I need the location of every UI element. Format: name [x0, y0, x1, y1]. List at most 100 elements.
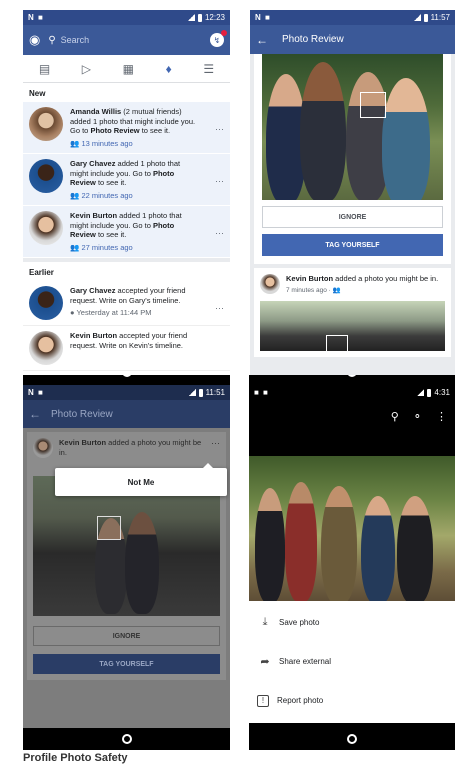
tag-yourself-button[interactable]: TAG YOURSELF	[262, 234, 443, 256]
notif-name: Gary Chavez	[70, 159, 116, 168]
figure-caption: Profile Photo Safety	[23, 752, 128, 764]
top-bar: ← Photo Review	[23, 400, 230, 428]
post-time-text: 7 minutes ago	[286, 286, 327, 294]
car-photo	[33, 476, 220, 616]
more-options-icon[interactable]: ···	[215, 303, 224, 313]
notif-text: to see it.	[95, 178, 127, 187]
battery-icon	[197, 13, 202, 22]
status-bar: ■ ■ 4:31	[249, 385, 455, 400]
home-button-icon[interactable]	[347, 734, 357, 744]
post-author[interactable]: Kevin Burton	[59, 438, 106, 447]
notification-item[interactable]: Kevin Burton added 1 photo that might in…	[23, 206, 230, 258]
face-tag-box[interactable]	[97, 516, 121, 540]
menu-label: Share external	[279, 657, 332, 666]
search-icon[interactable]: ⚲	[391, 410, 399, 423]
notification-item[interactable]: Kevin Burton accepted your friend reques…	[23, 326, 230, 371]
back-arrow-icon[interactable]: ←	[29, 407, 41, 421]
messenger-icon[interactable]: ↯	[210, 30, 227, 47]
notif-time: 👥 27 minutes ago	[70, 242, 133, 252]
notif-name: Gary Chavez	[70, 286, 116, 295]
more-options-icon[interactable]: ···	[215, 124, 224, 134]
tag-icon[interactable]: ⚬	[413, 410, 422, 423]
home-button-icon[interactable]	[121, 734, 132, 744]
page-title: Photo Review	[282, 34, 344, 45]
notif-name: Kevin Burton	[70, 211, 118, 220]
photo-person	[361, 496, 395, 601]
notif-time-text: Yesterday at 11:44 PM	[76, 308, 152, 317]
more-options-icon[interactable]: ···	[215, 228, 224, 238]
avatar	[29, 286, 63, 320]
clock: 4:31	[434, 388, 450, 397]
photo-person	[321, 486, 357, 601]
group-photo	[262, 54, 443, 200]
avatar	[29, 331, 63, 365]
notif-time-text: 13 minutes ago	[81, 138, 133, 148]
top-bar: ← Photo Review	[250, 25, 455, 54]
notification-item[interactable]: Gary Chavez accepted your friend request…	[23, 281, 230, 326]
news-feed-icon[interactable]: ▤	[39, 62, 50, 76]
tag-yourself-button[interactable]: TAG YOURSELF	[33, 654, 220, 674]
photo-actions-sheet: ⤓ Save photo ➦ Share external ! Report phot…	[249, 601, 455, 723]
back-arrow-icon[interactable]: ←	[256, 33, 268, 47]
marketplace-icon[interactable]: ▦	[123, 62, 134, 76]
search-input[interactable]: Search	[61, 35, 210, 45]
not-me-option[interactable]: Not Me	[128, 478, 155, 487]
battery-icon	[198, 388, 203, 397]
battery-icon	[423, 13, 428, 22]
notification-item[interactable]: Gary Chavez added 1 photo that might inc…	[23, 154, 230, 206]
menu-icon[interactable]: ☰	[203, 62, 214, 76]
more-options-icon[interactable]: ···	[215, 176, 224, 186]
more-options-icon[interactable]: ···	[211, 438, 220, 448]
face-tag-box[interactable]	[360, 92, 386, 118]
share-icon: ➦	[260, 656, 270, 668]
popup-pointer	[203, 463, 213, 468]
tab-bar: ▤ ▷ ▦ ♦ ☰	[23, 55, 230, 83]
home-button-icon[interactable]	[121, 375, 132, 377]
signal-icon	[187, 14, 195, 21]
photo-person	[300, 62, 346, 200]
save-photo-item[interactable]: ⤓ Save photo	[249, 603, 455, 642]
notifications-bell-icon[interactable]: ♦	[166, 62, 172, 76]
notif-time: ● Yesterday at 11:44 PM	[70, 308, 152, 317]
section-earlier-heading: Earlier	[23, 258, 230, 281]
signal-icon	[417, 389, 425, 396]
notifications-screen: N ■ 12:23 ◉ ⚲ Search ↯ ▤ ▷ ▦ ♦ ☰ New Ama…	[23, 10, 230, 375]
notif-time: 👥 13 minutes ago	[70, 138, 133, 148]
photo-review-link[interactable]: Photo Review	[90, 126, 139, 135]
avatar	[29, 211, 63, 245]
status-left: N ■	[255, 13, 271, 22]
status-bar: N ■ 12:23	[23, 10, 230, 25]
battery-icon	[427, 388, 432, 397]
ignore-button[interactable]: IGNORE	[33, 626, 220, 646]
signal-icon	[188, 389, 196, 396]
avatar	[29, 159, 63, 193]
share-external-item[interactable]: ➦ Share external	[249, 642, 455, 681]
video-icon[interactable]: ▷	[82, 62, 91, 76]
photo-person	[255, 488, 285, 601]
viewer-toolbar: ⚲ ⚬ ⋮	[249, 400, 455, 456]
post-text: added a photo you might be in.	[333, 274, 439, 283]
photo-person	[382, 78, 430, 200]
post-author[interactable]: Kevin Burton	[286, 274, 333, 283]
car-photo	[260, 301, 445, 351]
android-nav-bar	[23, 728, 230, 750]
avatar	[260, 274, 280, 294]
nav-strip	[23, 375, 230, 385]
notification-item[interactable]: Amanda Willis (2 mutual friends) added 1…	[23, 102, 230, 154]
status-left: ■ ■	[254, 388, 269, 397]
overflow-menu-icon[interactable]: ⋮	[436, 410, 447, 423]
clock: 11:51	[205, 388, 225, 397]
report-photo-item[interactable]: ! Report photo	[249, 681, 455, 720]
camera-icon[interactable]: ◉	[29, 32, 40, 48]
home-button-icon[interactable]	[347, 375, 357, 377]
download-icon: ⤓	[262, 616, 268, 628]
ignore-button[interactable]: IGNORE	[262, 206, 443, 228]
photo-review-screen: N ■ 11:57 ← Photo Review IGNORE TAG YOUR…	[250, 10, 455, 375]
clock: 11:57	[430, 13, 450, 22]
notif-time: 👥 22 minutes ago	[70, 190, 133, 200]
android-nav-bar	[249, 728, 455, 750]
section-new-heading: New	[23, 83, 230, 102]
status-left: N ■	[28, 13, 44, 22]
face-tag-box[interactable]	[326, 335, 348, 351]
notif-time-text: 22 minutes ago	[81, 190, 133, 200]
